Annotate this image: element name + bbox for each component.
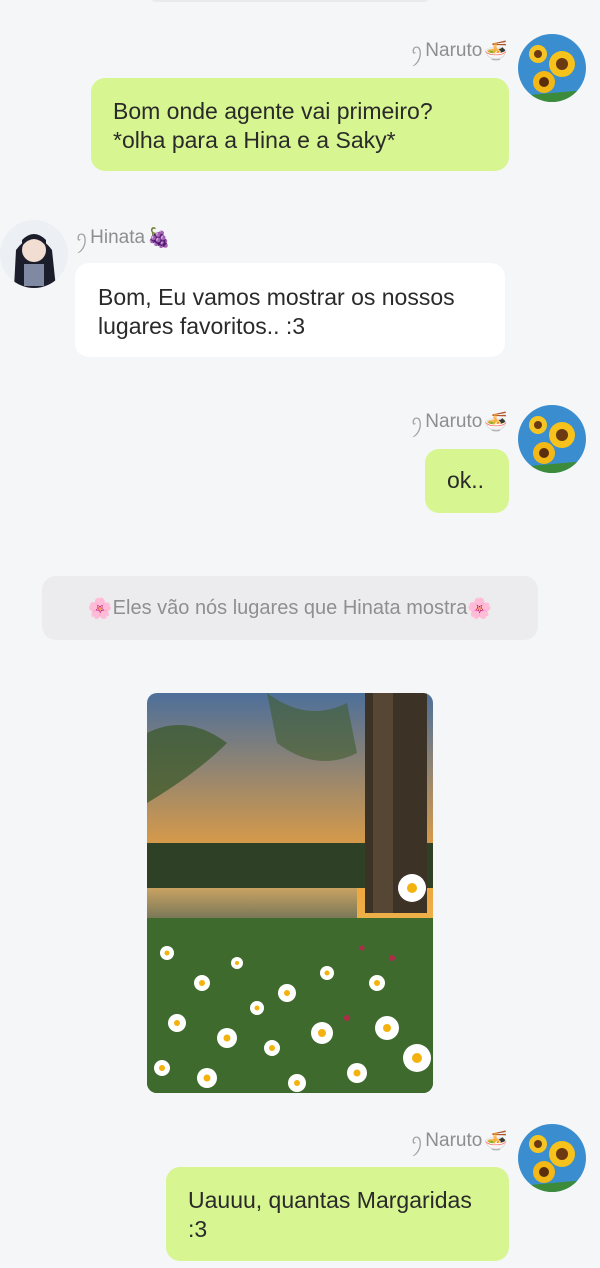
shared-image[interactable] bbox=[147, 693, 433, 1093]
message-bubble[interactable]: Bom, Eu vamos mostrar os nossos lugares … bbox=[75, 263, 505, 357]
sender-name-label: Naruto bbox=[425, 1130, 483, 1151]
name-prefix: ꪆ bbox=[411, 42, 424, 59]
sender-name-naruto: ꪆ Naruto 🍜 bbox=[411, 1125, 508, 1157]
sender-name-naruto: ꪆ Naruto 🍜 bbox=[411, 35, 508, 67]
message-text: Uauuu, quantas Margaridas :3 bbox=[188, 1187, 472, 1242]
anime-girl-avatar-icon bbox=[0, 220, 68, 288]
message-bubble[interactable]: ok.. bbox=[425, 449, 509, 513]
avatar-naruto[interactable] bbox=[518, 1124, 586, 1192]
previous-message-stub bbox=[150, 0, 430, 2]
cherry-blossom-icon: 🌸 bbox=[467, 597, 493, 620]
name-prefix: ꪆ bbox=[411, 413, 424, 430]
grapes-emoji-icon: 🍇 bbox=[147, 228, 171, 249]
cherry-blossom-icon: 🌸 bbox=[87, 597, 113, 620]
name-prefix: ꪆ bbox=[411, 1132, 424, 1149]
ramen-emoji-icon: 🍜 bbox=[484, 412, 508, 433]
message-text: Bom onde agente vai primeiro? *olha para… bbox=[113, 98, 433, 153]
avatar-naruto[interactable] bbox=[518, 405, 586, 473]
avatar-hinata[interactable] bbox=[0, 220, 68, 288]
system-message: 🌸 Eles vão nós lugares que Hinata mostra… bbox=[42, 576, 538, 640]
sunflower-avatar-icon bbox=[518, 405, 586, 473]
sunflower-avatar-icon bbox=[518, 34, 586, 102]
daisy-field-sunset-photo bbox=[147, 693, 433, 1093]
sender-name-hinata: ꪆ Hinata 🍇 bbox=[76, 222, 171, 254]
sunflower-avatar-icon bbox=[518, 1124, 586, 1192]
sender-name-naruto: ꪆ Naruto 🍜 bbox=[411, 406, 508, 438]
sender-name-label: Naruto bbox=[425, 411, 483, 432]
ramen-emoji-icon: 🍜 bbox=[484, 1131, 508, 1152]
message-bubble[interactable]: Bom onde agente vai primeiro? *olha para… bbox=[91, 78, 509, 171]
avatar-naruto[interactable] bbox=[518, 34, 586, 102]
message-text: ok.. bbox=[447, 467, 485, 493]
sender-name-label: Naruto bbox=[425, 40, 483, 61]
name-prefix: ꪆ bbox=[76, 229, 89, 246]
sender-name-label: Hinata bbox=[90, 227, 146, 248]
message-bubble[interactable]: Uauuu, quantas Margaridas :3 bbox=[166, 1167, 509, 1261]
system-message-text: Eles vão nós lugares que Hinata mostra bbox=[112, 596, 468, 619]
message-text: Bom, Eu vamos mostrar os nossos lugares … bbox=[98, 284, 455, 339]
ramen-emoji-icon: 🍜 bbox=[484, 41, 508, 62]
